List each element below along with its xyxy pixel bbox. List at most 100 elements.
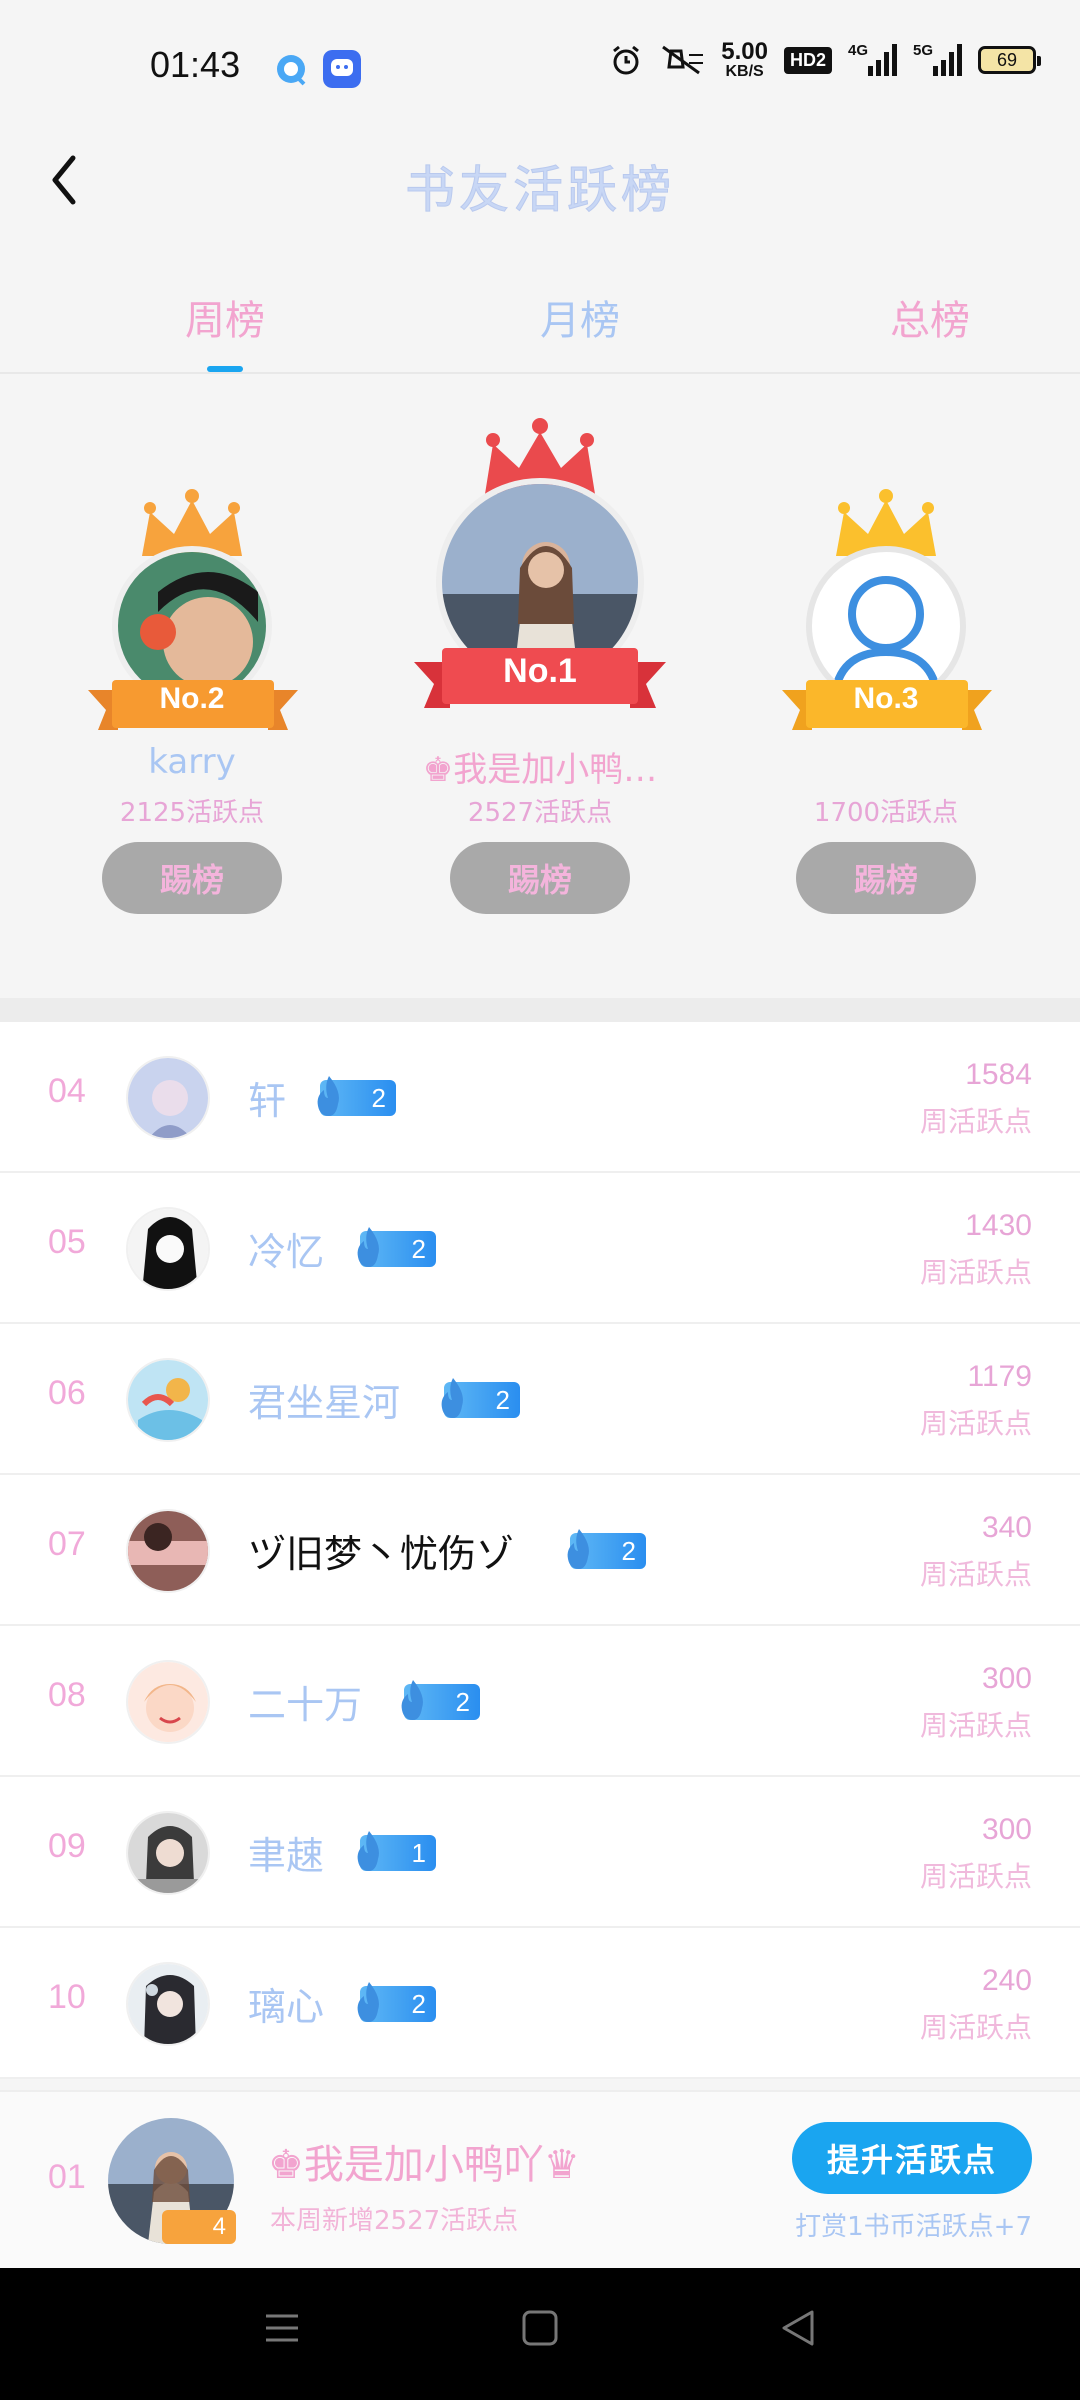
points-label: 周活跃点 (919, 1407, 1032, 1440)
back-icon[interactable] (778, 2308, 818, 2348)
status-icons: 5.00 KB/S HD2 4G 5G 69 (609, 40, 1041, 80)
user-name: 冷忆 (248, 1230, 325, 1274)
kick-button[interactable]: 踢榜 (796, 842, 976, 914)
signal-4g-label: 4G (848, 42, 869, 59)
rank-number: 09 (48, 1827, 86, 1865)
rank-number: 05 (48, 1223, 86, 1261)
my-level-badge: 4 (162, 2210, 236, 2244)
list-item[interactable]: 09 聿趚 1 300 周活跃点 (0, 1777, 1080, 1928)
podium-second: No.2 karry 2125活跃点 踢榜 (42, 486, 342, 986)
avatar[interactable] (126, 1660, 210, 1744)
avatar[interactable] (126, 1358, 210, 1442)
my-weekly-gain: 本周新增2527活跃点 (270, 2206, 519, 2236)
avatar[interactable] (126, 1962, 210, 2046)
screen: 01:43 5.00 KB/S HD2 4G 5G 69 书友活跃榜 周榜 月榜… (0, 0, 1080, 2400)
tab-weekly[interactable]: 周榜 (185, 288, 265, 346)
tab-monthly[interactable]: 月榜 (540, 288, 620, 346)
level-value: 2 (621, 1535, 636, 1566)
user-name: 二十万 (248, 1683, 363, 1727)
flame-icon (401, 1680, 423, 1720)
tab-active-indicator (207, 366, 243, 372)
podium-second-name: karry (148, 742, 236, 782)
rank-number: 08 (48, 1676, 86, 1714)
avatar[interactable] (126, 1207, 210, 1291)
list-item[interactable]: 04 轩 2 1584 周活跃点 (0, 1022, 1080, 1173)
list-item[interactable]: 08 二十万 2 300 周活跃点 (0, 1626, 1080, 1777)
points-label: 周活跃点 (919, 2011, 1032, 2044)
level-badge: 2 (567, 1529, 646, 1569)
points-value: 300 (981, 1662, 1032, 1695)
level-badge: 2 (357, 1982, 436, 2022)
ranking-list: 04 轩 2 1584 周活跃点 05 冷忆 2 1430 周活跃点 06 君坐… (0, 1022, 1080, 2079)
flame-icon (357, 1227, 379, 1267)
podium-second-points: 2125活跃点 (119, 798, 265, 828)
flame-icon (357, 1982, 379, 2022)
avatar[interactable] (126, 1811, 210, 1895)
rank-number: 07 (48, 1525, 86, 1563)
level-value: 2 (411, 1988, 426, 2019)
level-badge: 1 (357, 1831, 436, 1871)
hd-voice-badge: HD2 (783, 46, 832, 74)
browser-icon (277, 55, 306, 86)
level-badge: 2 (401, 1680, 480, 1720)
podium-third-points: 1700活跃点 (813, 798, 959, 828)
kick-button[interactable]: 踢榜 (450, 842, 630, 914)
boost-activity-button[interactable]: 提升活跃点 (792, 2122, 1032, 2194)
page-title: 书友活跃榜 (405, 161, 675, 220)
podium-first-points: 2527活跃点 (467, 798, 613, 828)
flame-icon (441, 1378, 463, 1418)
network-speed-unit: KB/S (725, 63, 764, 80)
my-rank-bar: 01 4 ♚我是加小鸭吖♛ 本周新增2527活跃点 提升活跃点 打赏1书币活跃点… (0, 2090, 1080, 2268)
my-rank-number: 01 (48, 2158, 86, 2196)
rank-badge-label: No.3 (853, 682, 919, 715)
points-value: 1584 (965, 1058, 1032, 1091)
avatar[interactable] (126, 1509, 210, 1593)
battery-icon: 69 (978, 46, 1041, 74)
rank-badge-label: No.1 (503, 652, 577, 690)
rank-badge-label: No.2 (159, 682, 225, 715)
alarm-icon (613, 45, 640, 75)
avatar[interactable] (126, 1056, 210, 1140)
level-value: 2 (455, 1686, 470, 1717)
signal-4g-icon: 4G (848, 42, 897, 76)
points-label: 周活跃点 (919, 1256, 1032, 1289)
user-name: 聿趚 (248, 1834, 325, 1878)
tab-bar: 周榜 月榜 总榜 (0, 270, 1080, 374)
list-item[interactable]: 06 君坐星河 2 1179 周活跃点 (0, 1324, 1080, 1475)
kick-button[interactable]: 踢榜 (102, 842, 282, 914)
user-name: 轩 (248, 1079, 287, 1123)
flame-icon (317, 1076, 339, 1116)
network-speed-value: 5.00 (721, 38, 768, 65)
flame-icon (357, 1831, 379, 1871)
list-item[interactable]: 07 ヅ旧梦丶忧伤ゾ 2 340 周活跃点 (0, 1475, 1080, 1626)
level-badge: 2 (317, 1076, 396, 1116)
level-value: 2 (411, 1233, 426, 1264)
signal-5g-icon: 5G (913, 42, 962, 76)
level-value: 2 (371, 1082, 386, 1113)
menu-icon[interactable] (262, 2308, 302, 2348)
list-item[interactable]: 05 冷忆 2 1430 周活跃点 (0, 1173, 1080, 1324)
mute-icon (662, 45, 704, 75)
level-value: 1 (411, 1837, 426, 1868)
list-item[interactable]: 10 璃心 2 240 周活跃点 (0, 1928, 1080, 2079)
status-time: 01:43 (150, 44, 241, 85)
home-icon[interactable] (520, 2308, 560, 2348)
signal-5g-label: 5G (913, 42, 934, 59)
points-value: 340 (981, 1511, 1032, 1544)
tab-overall[interactable]: 总榜 (890, 288, 970, 346)
level-badge: 2 (357, 1227, 436, 1267)
top-three-podium: No.2 karry 2125活跃点 踢榜 No.1 ♚我是加小鸭… 2527活… (0, 376, 1080, 996)
flame-icon (567, 1529, 589, 1569)
points-label: 周活跃点 (919, 1105, 1032, 1138)
podium-first-name: ♚我是加小鸭… (422, 750, 658, 790)
network-speed: 5.00 KB/S (721, 40, 768, 80)
podium-third: No.3 1700活跃点 踢榜 (736, 486, 1036, 986)
level-badge: 2 (441, 1378, 520, 1418)
podium-first: No.1 ♚我是加小鸭… 2527活跃点 踢榜 (390, 416, 690, 996)
rank-number: 04 (48, 1072, 86, 1110)
rank-number: 10 (48, 1978, 86, 2016)
points-label: 周活跃点 (919, 1709, 1032, 1742)
points-value: 300 (981, 1813, 1032, 1846)
section-divider (0, 998, 1080, 1022)
points-value: 1430 (965, 1209, 1032, 1242)
